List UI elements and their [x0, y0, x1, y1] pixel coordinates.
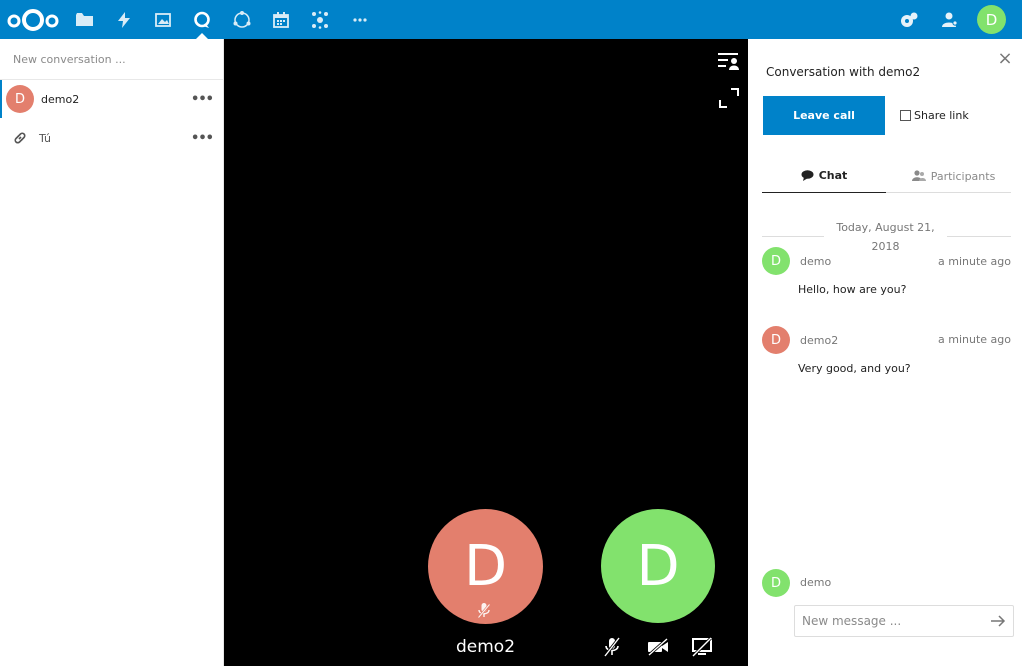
link-icon: [10, 131, 30, 145]
folder-icon[interactable]: [64, 0, 104, 39]
message-timestamp: a minute ago: [938, 333, 1011, 346]
avatar: D: [762, 569, 790, 597]
conversation-name: Tú: [39, 131, 52, 145]
mute-icon[interactable]: [600, 636, 624, 658]
avatar[interactable]: D: [762, 326, 790, 354]
image-icon[interactable]: [143, 0, 183, 39]
date-separator: Today, August 21, 2018: [762, 221, 1011, 255]
conversation-item-demo2[interactable]: D demo2 •••: [0, 80, 223, 118]
send-arrow-icon[interactable]: [989, 613, 1007, 629]
fullscreen-icon[interactable]: [716, 86, 742, 110]
conversation-item-link[interactable]: Tú •••: [0, 119, 223, 157]
composer-author: demo: [800, 576, 832, 589]
calendar-icon[interactable]: [261, 0, 301, 39]
user-avatar[interactable]: D: [977, 5, 1006, 34]
screen-share-off-icon[interactable]: [690, 636, 714, 658]
call-video-stage: D demo2 D: [224, 39, 748, 666]
conversation-more-button[interactable]: •••: [190, 92, 214, 107]
conversation-name: demo2: [41, 92, 80, 106]
local-participant-avatar: D: [601, 509, 715, 623]
message-composer: [794, 605, 1014, 637]
avatar: D: [6, 85, 34, 113]
network-icon[interactable]: [300, 0, 340, 39]
lightning-icon[interactable]: [104, 0, 144, 39]
share-link-label: Share link: [914, 109, 969, 122]
more-icon[interactable]: [340, 0, 380, 39]
tab-chat[interactable]: Chat: [762, 159, 886, 193]
new-conversation-input[interactable]: [0, 39, 200, 79]
tab-chat-label: Chat: [818, 169, 848, 182]
sidebar-title: Conversation with demo2: [766, 65, 921, 79]
video-off-icon[interactable]: [646, 636, 670, 658]
remote-participant-name: demo2: [455, 637, 516, 657]
message-timestamp: a minute ago: [938, 255, 1011, 268]
new-message-input[interactable]: [795, 606, 980, 636]
chat-bubble-icon: [801, 170, 814, 181]
message-text: Very good, and you?: [798, 362, 911, 375]
avatar[interactable]: D: [762, 247, 790, 275]
divider: [762, 236, 824, 237]
conversation-sidebar: × Conversation with demo2 Leave call Sha…: [748, 39, 1022, 666]
message-author: demo2: [800, 334, 839, 347]
checkbox-icon[interactable]: [900, 110, 911, 121]
leave-call-button[interactable]: Leave call: [763, 96, 885, 135]
sidebar-tabs: Chat Participants: [762, 159, 1011, 193]
divider: [947, 236, 1011, 237]
close-sidebar-button[interactable]: ×: [996, 50, 1014, 68]
participant-muted-icon: [475, 602, 493, 620]
nextcloud-logo-icon[interactable]: [4, 0, 62, 39]
date-separator-text: Today, August 21, 2018: [836, 221, 935, 253]
share-link-checkbox[interactable]: Share link: [900, 109, 969, 122]
new-conversation-search: [0, 39, 223, 80]
contacts-icon[interactable]: [929, 0, 969, 39]
circles-icon[interactable]: [222, 0, 262, 39]
tab-participants[interactable]: Participants: [896, 159, 1011, 193]
message-author: demo: [800, 255, 832, 268]
conversation-more-button[interactable]: •••: [190, 131, 214, 146]
message-text: Hello, how are you?: [798, 283, 907, 296]
participants-icon: [911, 170, 926, 181]
notifications-icon[interactable]: [889, 0, 929, 39]
toggle-sidebar-icon[interactable]: [716, 50, 742, 72]
top-header: D: [0, 0, 1022, 39]
tab-participants-label: Participants: [930, 169, 996, 183]
conversation-list-panel: D demo2 ••• Tú •••: [0, 39, 224, 666]
